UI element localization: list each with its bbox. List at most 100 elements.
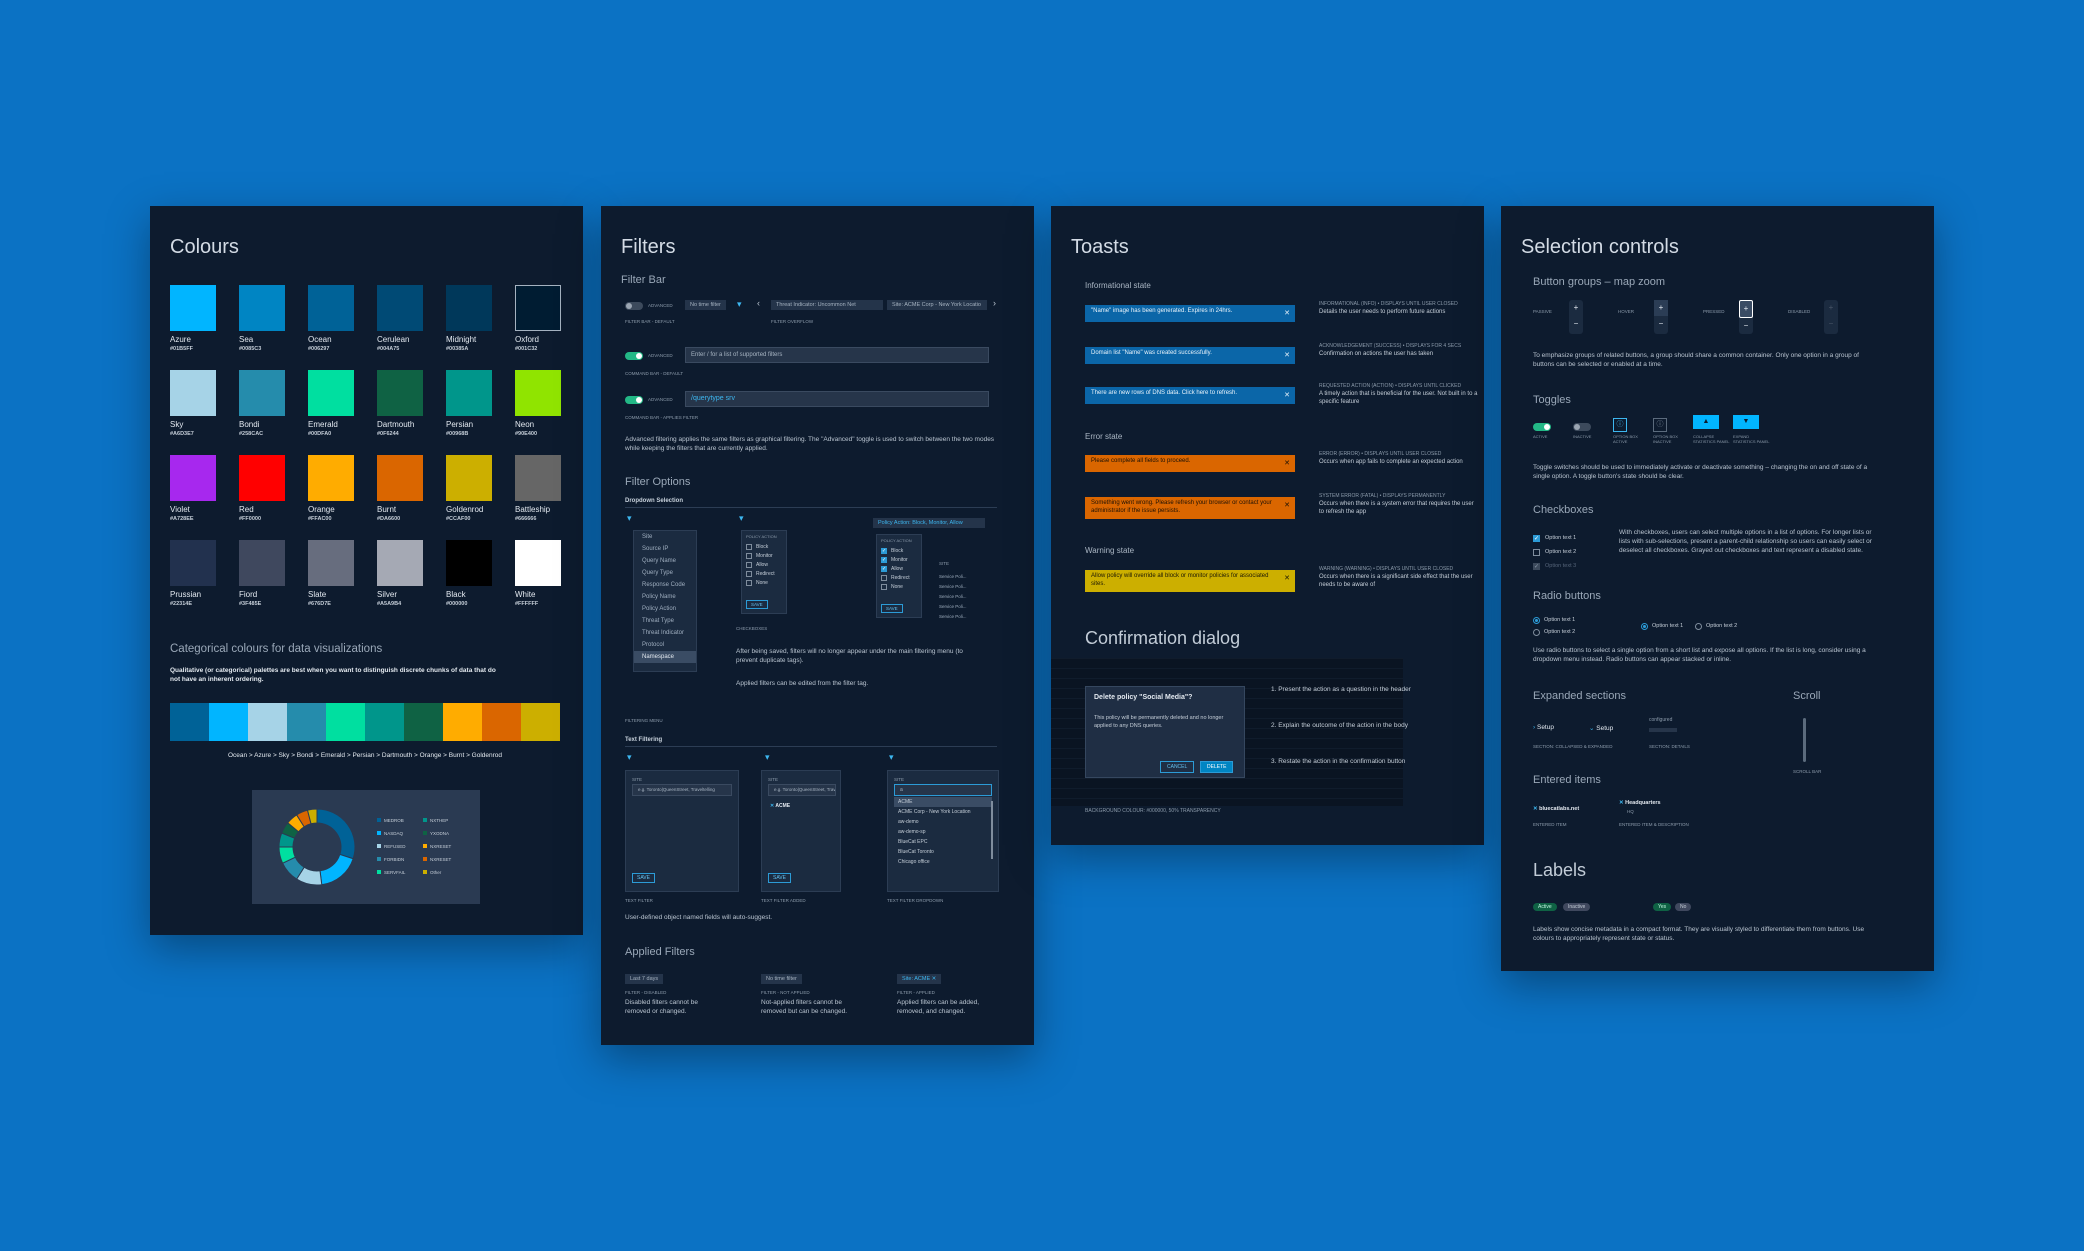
policy-option[interactable]: ✓ Allow <box>877 564 921 573</box>
option-box-icon[interactable]: ⓘ <box>1653 418 1667 432</box>
zoom-out-icon[interactable]: − <box>1569 316 1583 332</box>
advanced-toggle-on-2[interactable] <box>625 396 643 404</box>
zoom-in-icon[interactable]: + <box>1654 300 1668 316</box>
policy-option[interactable]: Redirect <box>877 573 921 582</box>
expand-panel-icon[interactable]: ▼ <box>1733 415 1759 429</box>
text-filter-input-2[interactable]: e.g. Toronto|QueenStreet, Traveltelling <box>768 784 836 796</box>
close-icon[interactable]: ✕ <box>1284 309 1290 318</box>
close-icon[interactable]: ✕ <box>1284 351 1290 360</box>
zoom-out-icon[interactable]: − <box>1824 316 1838 332</box>
option-box-icon[interactable]: ⓘ <box>1613 418 1627 432</box>
filter-menu-item[interactable]: Threat Indicator <box>634 627 696 639</box>
toggle-switch-off[interactable] <box>1573 423 1591 431</box>
applied-filter-chip[interactable]: No time filter <box>761 974 802 984</box>
collapse-panel-icon[interactable]: ▲ <box>1693 415 1719 429</box>
checkbox[interactable]: ✓ <box>881 557 887 563</box>
setup-collapsed[interactable]: › Setup <box>1533 724 1554 731</box>
zoom-button-group[interactable]: + − <box>1824 300 1838 334</box>
chevron-left-icon[interactable]: ‹ <box>757 298 760 308</box>
toast[interactable]: There are new rows of DNS data. Click he… <box>1085 387 1295 404</box>
dropdown-option[interactable]: ACME <box>894 797 992 807</box>
policy-option[interactable]: None <box>742 578 786 587</box>
filter-menu-item[interactable]: Policy Name <box>634 591 696 603</box>
funnel-icon-3[interactable]: ▾ <box>627 752 632 763</box>
zoom-button-group[interactable]: + − <box>1569 300 1583 334</box>
radio-button-inline[interactable] <box>1641 623 1648 630</box>
policy-option[interactable]: None <box>877 582 921 591</box>
policy-option[interactable]: Block <box>742 542 786 551</box>
filter-menu-item[interactable]: Source IP <box>634 543 696 555</box>
toast[interactable]: "Name" image has been generated. Expires… <box>1085 305 1295 322</box>
command-bar-filled[interactable]: /querytype srv <box>685 391 989 407</box>
applied-filter-chip[interactable]: Site: ACME ✕ <box>897 974 942 984</box>
policy-option[interactable]: ✓ Monitor <box>877 555 921 564</box>
command-bar-input[interactable]: Enter / for a list of supported filters <box>685 347 989 363</box>
close-icon[interactable]: ✕ <box>1284 501 1290 510</box>
dropdown-scrollbar[interactable] <box>991 801 993 859</box>
dropdown-option[interactable]: aw-demo-sp <box>894 827 992 837</box>
zoom-in-icon[interactable]: + <box>1569 300 1583 316</box>
save-button[interactable]: SAVE <box>746 600 768 609</box>
toast[interactable]: Allow policy will override all block or … <box>1085 570 1295 592</box>
dropdown-option[interactable]: aw-demo <box>894 817 992 827</box>
checkbox[interactable] <box>881 584 887 590</box>
text-filter-dropdown-input[interactable]: a <box>894 784 992 796</box>
policy-option[interactable]: Redirect <box>742 569 786 578</box>
dropdown-option[interactable]: BlueCat Toronto <box>894 847 992 857</box>
toast[interactable]: Domain list "Name" was created successfu… <box>1085 347 1295 364</box>
close-icon[interactable]: ✕ <box>1284 574 1290 583</box>
funnel-icon-1[interactable]: ▾ <box>627 513 632 524</box>
dropdown-option[interactable]: Chicago office <box>894 857 992 867</box>
filter-menu-item[interactable]: Protocol <box>634 639 696 651</box>
dropdown-option[interactable]: ACME Corp - New York Location <box>894 807 992 817</box>
checkbox[interactable] <box>746 553 752 559</box>
scroll-bar[interactable] <box>1803 718 1806 762</box>
filter-funnel-icon[interactable]: ▾ <box>737 299 742 310</box>
checkbox[interactable] <box>746 571 752 577</box>
filter-menu-item[interactable]: Query Name <box>634 555 696 567</box>
checkbox[interactable]: ✓ <box>1533 535 1540 542</box>
checkbox[interactable] <box>1533 549 1540 556</box>
radio-button[interactable] <box>1533 617 1540 624</box>
filter-menu-item[interactable]: Threat Type <box>634 615 696 627</box>
cancel-button[interactable]: CANCEL <box>1160 761 1195 773</box>
checkbox[interactable]: ✓ <box>881 548 887 554</box>
filter-menu-item[interactable]: Response Code <box>634 579 696 591</box>
policy-option[interactable]: Monitor <box>742 551 786 560</box>
policy-action-chip[interactable]: Policy Action: Block, Monitor, Allow <box>873 518 985 528</box>
filter-menu-item[interactable]: Namespace <box>634 651 696 663</box>
zoom-out-icon[interactable]: − <box>1654 316 1668 332</box>
funnel-icon-4[interactable]: ▾ <box>765 752 770 763</box>
advanced-toggle-on[interactable] <box>625 352 643 360</box>
policy-option[interactable]: Allow <box>742 560 786 569</box>
dropdown-option[interactable]: BlueCat EPC <box>894 837 992 847</box>
save-button[interactable]: SAVE <box>881 604 903 613</box>
checkbox[interactable]: ✓ <box>881 566 887 572</box>
toast[interactable]: Please complete all fields to proceed. ✕ <box>1085 455 1295 472</box>
delete-button[interactable]: DELETE <box>1200 761 1234 773</box>
close-icon[interactable]: ✕ <box>1284 459 1290 468</box>
zoom-out-icon[interactable]: − <box>1739 318 1753 334</box>
policy-option[interactable]: ✓ Block <box>877 546 921 555</box>
setup-expanded[interactable]: ⌄ Setup <box>1589 724 1613 732</box>
text-filter-input[interactable]: e.g. Toronto|QueenStreet, Traveltelling <box>632 784 732 796</box>
toast[interactable]: Something went wrong. Please refresh you… <box>1085 497 1295 519</box>
advanced-toggle[interactable] <box>625 302 643 310</box>
save-button-added[interactable]: SAVE <box>768 873 791 883</box>
save-button-text[interactable]: SAVE <box>632 873 655 883</box>
checkbox[interactable] <box>881 575 887 581</box>
chevron-right-icon[interactable]: › <box>993 298 996 308</box>
checkbox[interactable] <box>746 544 752 550</box>
zoom-button-group[interactable]: + − <box>1739 300 1753 334</box>
zoom-in-icon[interactable]: + <box>1824 300 1838 316</box>
threat-indicator-chip[interactable]: Threat Indicator: Uncommon Net <box>771 300 883 310</box>
applied-filter-chip[interactable]: Last 7 days <box>625 974 664 984</box>
close-icon[interactable]: ✕ <box>1284 391 1290 400</box>
zoom-in-icon[interactable]: + <box>1739 300 1753 318</box>
funnel-icon-5[interactable]: ▾ <box>889 752 894 763</box>
checkbox[interactable] <box>746 580 752 586</box>
checkbox[interactable] <box>746 562 752 568</box>
filter-menu-item[interactable]: Site <box>634 531 696 543</box>
filter-menu-item[interactable]: Policy Action <box>634 603 696 615</box>
site-chip[interactable]: Site: ACME Corp - New York Locatio <box>887 300 987 310</box>
